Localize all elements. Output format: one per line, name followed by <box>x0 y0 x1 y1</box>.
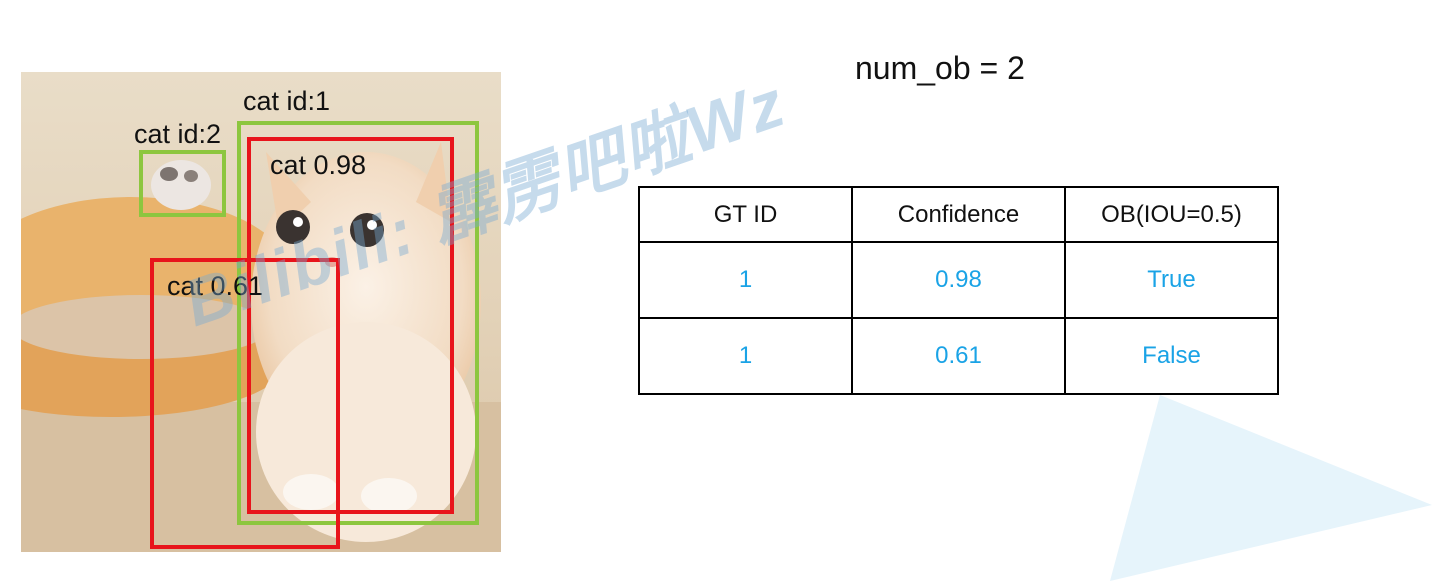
header-confidence: Confidence <box>851 186 1066 243</box>
cell-gt-id: 1 <box>638 241 853 319</box>
num-ob-text: num_ob = 2 <box>855 50 1025 86</box>
table-row: 1 0.61 False <box>638 317 1279 395</box>
cat-photo <box>21 72 501 552</box>
cell-ob: True <box>1064 241 1279 319</box>
pred-box-1-label: cat 0.98 <box>270 150 367 180</box>
cell-confidence: 0.98 <box>851 241 1066 319</box>
gt-box-1-label: cat id:1 <box>243 86 331 116</box>
result-table: GT ID Confidence OB(IOU=0.5) 1 0.98 True… <box>638 186 1279 395</box>
header-gt-id: GT ID <box>638 186 853 243</box>
table-header-row: GT ID Confidence OB(IOU=0.5) <box>638 186 1279 243</box>
gt-box-2-label: cat id:2 <box>134 119 222 149</box>
cell-confidence: 0.61 <box>851 317 1066 395</box>
slide: cat id:1 cat id:2 cat 0.98 cat 0.61 num_… <box>0 0 1437 581</box>
cell-ob: False <box>1064 317 1279 395</box>
cell-gt-id: 1 <box>638 317 853 395</box>
pred-box-2-label: cat 0.61 <box>167 271 264 301</box>
table-row: 1 0.98 True <box>638 241 1279 319</box>
header-ob: OB(IOU=0.5) <box>1064 186 1279 243</box>
